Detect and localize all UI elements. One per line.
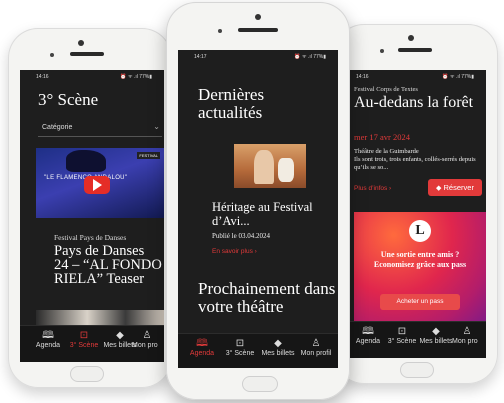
performer-figure [254, 150, 274, 184]
read-more-link[interactable]: En savoir plus › [212, 248, 257, 255]
tab-bar: 🕮 Agenda ⊡ 3° Scène ◆ Mes billets ♙ Mon … [350, 321, 486, 358]
book-icon: 🕮 [196, 338, 208, 349]
play-square-icon: ⊡ [235, 338, 245, 349]
event-title: Au-dedans la forêt [354, 94, 474, 111]
screen-left: 14:16 ⏰ ᯤ .ıl 77%▮ 3° Scène Catégorie ⌄ … [20, 70, 164, 362]
play-button[interactable] [84, 176, 110, 194]
news-title[interactable]: Héritage au Festival d’Avi... [212, 200, 332, 228]
event-category: Festival Pays de Danses [54, 233, 127, 242]
tab-mon-profil[interactable]: ♙ Mon pro [132, 329, 164, 349]
event-title[interactable]: Pays de Danses 24 – “AL FONDO RIELA” Tea… [54, 244, 162, 287]
status-icons: ⏰ ᯤ .ıl 77%▮ [120, 74, 152, 80]
speaker [398, 48, 432, 52]
front-camera [408, 35, 414, 41]
buy-pass-button[interactable]: Acheter un pass [380, 294, 460, 310]
sensor [218, 29, 222, 33]
upcoming-section-title: Prochainement dans votre théâtre [198, 279, 336, 316]
promo-logo: L [409, 220, 431, 242]
status-time: 14:16 [356, 74, 369, 80]
section-title: Dernières actualités [198, 85, 265, 122]
sensor [380, 49, 384, 53]
home-button[interactable] [70, 366, 104, 382]
user-icon: ♙ [311, 338, 321, 349]
news-date: Publié le 03.04.2024 [212, 232, 270, 240]
front-camera [255, 14, 261, 20]
status-icons: ⏰ ᯤ .ıl 77%▮ [442, 74, 474, 80]
home-button[interactable] [400, 362, 434, 378]
pass-promo-card: L Une sortie entre amis ? Economisez grâ… [354, 212, 486, 328]
tab-mes-billets[interactable]: ◆ Mes billets [258, 337, 298, 357]
user-icon: ♙ [462, 326, 472, 337]
phone-center: 14:17 ⏰ ᯤ .ıl 77%▮ Dernières actualités … [166, 2, 350, 400]
performer-figure [278, 158, 294, 182]
tab-mon-profil[interactable]: ♙ Mon profil [296, 337, 336, 357]
news-image[interactable] [234, 144, 306, 188]
tab-mon-profil[interactable]: ♙ Mon pro [452, 325, 486, 345]
screen-right: 14:16 ⏰ ᯤ .ıl 77%▮ Festival Corps de Tex… [350, 70, 486, 358]
status-time: 14:16 [36, 74, 49, 80]
ticket-icon: ◆ [274, 338, 282, 349]
chevron-down-icon: ⌄ [153, 122, 160, 131]
front-camera [78, 40, 84, 46]
video-thumbnail[interactable]: "LE FLAMENCO ANDALOU" FESTIVAL [36, 148, 164, 218]
tab-bar: 🕮 Agenda ⊡ 3° Scène ◆ Mes billets ♙ Mon … [178, 333, 338, 368]
tab-agenda[interactable]: 🕮 Agenda [184, 337, 220, 357]
home-button[interactable] [242, 376, 278, 392]
reserve-button[interactable]: ◆ Réserver [428, 179, 482, 196]
more-info-link[interactable]: Plus d’infos › [354, 185, 391, 192]
page-title: 3° Scène [38, 90, 99, 109]
promo-text: Une sortie entre amis ? Economisez grâce… [373, 250, 467, 269]
dancer-figure [66, 150, 106, 172]
event-date: mer 17 avr 2024 [354, 132, 410, 142]
status-icons: ⏰ ᯤ .ıl 77%▮ [294, 54, 326, 60]
phone-left: 14:16 ⏰ ᯤ .ıl 77%▮ 3° Scène Catégorie ⌄ … [8, 28, 172, 388]
phone-right: 14:16 ⏰ ᯤ .ıl 77%▮ Festival Corps de Tex… [334, 24, 498, 384]
excerpt: Ils sont trois, trois enfants, collés-se… [354, 156, 476, 171]
speaker [238, 28, 278, 32]
venue: Théâtre de la Guimbarde [354, 148, 419, 155]
screen-center: 14:17 ⏰ ᯤ .ıl 77%▮ Dernières actualités … [178, 50, 338, 368]
category-label: Catégorie [42, 124, 73, 131]
sensor [50, 53, 54, 57]
speaker [70, 52, 104, 56]
event-category: Festival Corps de Textes [354, 86, 418, 93]
status-time: 14:17 [194, 54, 207, 60]
tab-3e-scene[interactable]: ⊡ 3° Scène [220, 337, 260, 357]
ticket-icon: ◆ [436, 185, 442, 192]
user-icon: ♙ [142, 330, 152, 341]
festival-logo: FESTIVAL [137, 152, 160, 159]
play-icon [93, 179, 102, 191]
category-select[interactable]: Catégorie ⌄ [38, 120, 162, 137]
tab-bar: 🕮 Agenda ⊡ 3° Scène ◆ Mes billets ♙ Mon … [20, 325, 164, 362]
